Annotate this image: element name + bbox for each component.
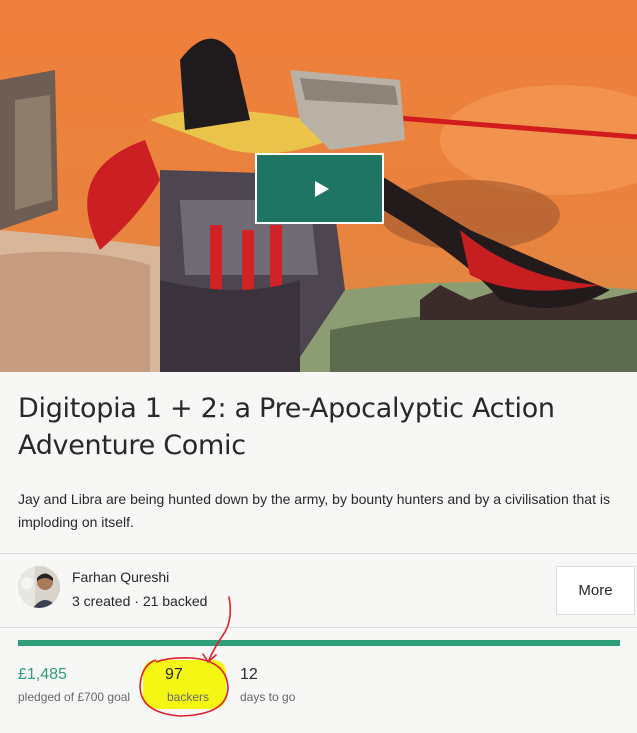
creator-avatar[interactable]: [18, 566, 60, 608]
project-page: Digitopia 1 + 2: a Pre-Apocalyptic Actio…: [0, 0, 637, 733]
play-icon: [315, 180, 329, 197]
days-remaining: 12: [240, 666, 258, 683]
section-divider: [0, 627, 637, 628]
project-blurb: Jay and Libra are being hunted down by t…: [18, 491, 610, 530]
creator-stats: 3 created · 21 backed: [72, 593, 208, 609]
project-title: Digitopia 1 + 2: a Pre-Apocalyptic Actio…: [18, 393, 555, 461]
pledged-goal-label: pledged of £700 goal: [18, 690, 131, 704]
days-to-go-label: days to go: [240, 690, 296, 704]
section-divider: [0, 553, 637, 554]
pledged-amount: £1,485: [18, 666, 67, 683]
backers-label: backers: [167, 690, 210, 704]
backers-count: 97: [165, 666, 183, 683]
more-button[interactable]: More: [556, 566, 635, 615]
creator-name[interactable]: Farhan Qureshi: [72, 569, 169, 585]
funding-progress-fill: [18, 640, 620, 646]
project-hero-video[interactable]: [0, 0, 637, 372]
video-play-button[interactable]: [255, 153, 384, 224]
funding-progress-bar: [18, 640, 620, 646]
avatar-photo: [18, 566, 60, 608]
